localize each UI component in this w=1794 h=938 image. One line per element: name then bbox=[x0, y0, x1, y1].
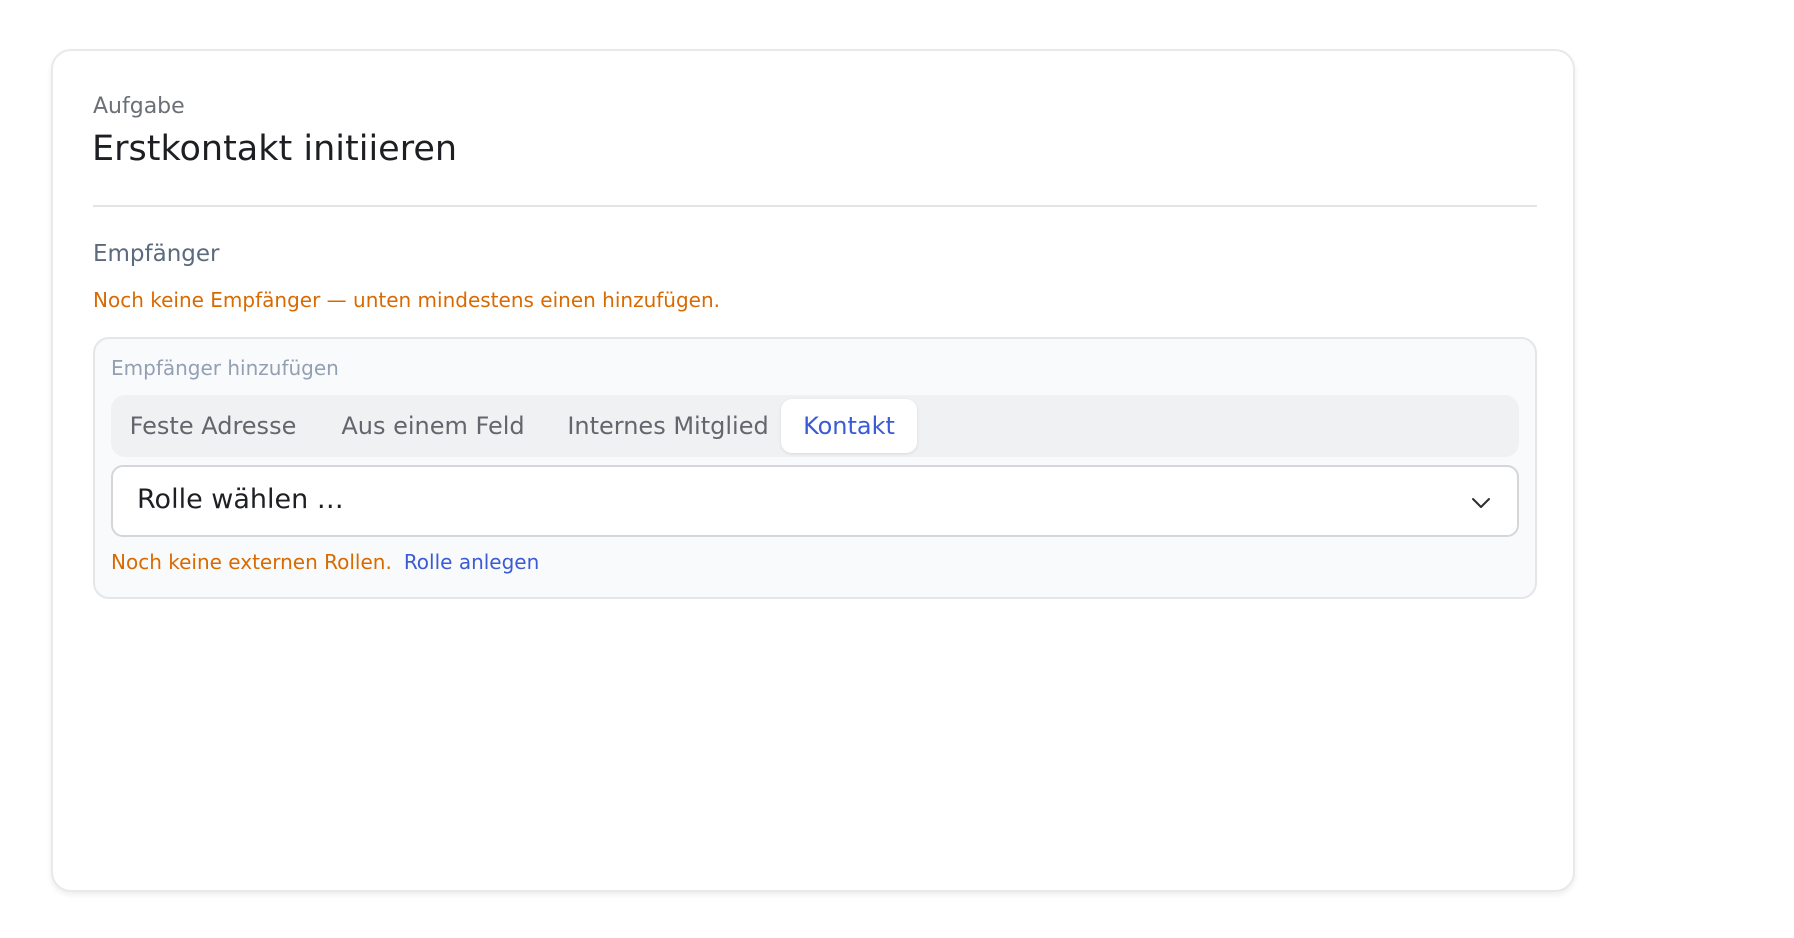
tab-fixed-address[interactable]: Feste Adresse bbox=[123, 399, 303, 453]
add-recipient-label: Empfänger hinzufügen bbox=[111, 356, 339, 380]
task-overline: Aufgabe bbox=[93, 94, 185, 119]
tab-from-field[interactable]: Aus einem Feld bbox=[333, 399, 533, 453]
tab-contact[interactable]: Kontakt bbox=[781, 399, 917, 453]
divider bbox=[93, 205, 1537, 207]
page-title: Erstkontakt initiieren bbox=[92, 129, 458, 169]
role-select[interactable]: Rolle wählen … bbox=[111, 465, 1519, 537]
create-role-link[interactable]: Rolle anlegen bbox=[404, 550, 539, 574]
task-card: Aufgabe Erstkontakt initiieren Empfänger… bbox=[51, 49, 1575, 892]
recipients-label: Empfänger bbox=[93, 241, 220, 267]
role-hint: Noch keine externen Rollen. Rolle anlegen bbox=[111, 549, 539, 575]
add-recipient-panel: Empfänger hinzufügen Feste Adresse Aus e… bbox=[93, 337, 1537, 599]
no-roles-text: Noch keine externen Rollen. bbox=[111, 550, 392, 574]
role-select-value: Rolle wählen … bbox=[137, 484, 344, 515]
recipient-type-tabs: Feste Adresse Aus einem Feld Internes Mi… bbox=[111, 395, 1519, 457]
recipients-empty-warning: Noch keine Empfänger — unten mindestens … bbox=[93, 288, 720, 312]
tab-internal-member[interactable]: Internes Mitglied bbox=[563, 399, 773, 453]
chevron-down-icon bbox=[1472, 498, 1490, 508]
